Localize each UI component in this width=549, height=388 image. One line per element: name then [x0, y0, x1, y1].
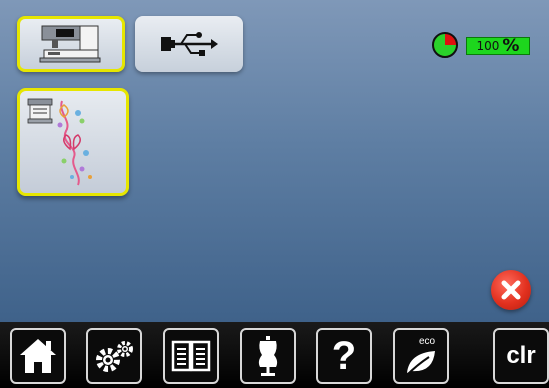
- eco-button[interactable]: eco: [393, 328, 449, 384]
- leaf-icon: [406, 351, 435, 376]
- close-icon: [501, 280, 521, 300]
- help-button[interactable]: ?: [316, 328, 372, 384]
- tutorial-button[interactable]: [163, 328, 219, 384]
- eco-label: eco: [419, 336, 436, 347]
- home-icon: [20, 339, 56, 373]
- sewing-machine-icon: [39, 25, 101, 63]
- memory-value: 100: [476, 39, 500, 53]
- embroidery-design-tile[interactable]: [17, 88, 129, 196]
- main-screen: 100 %: [0, 0, 549, 322]
- home-button[interactable]: [10, 328, 66, 384]
- embroidery-design-thumbnail: [27, 98, 92, 186]
- bottom-toolbar: ? eco clr: [0, 322, 549, 388]
- machine-memory-button[interactable]: [17, 16, 125, 72]
- help-icon: ?: [331, 334, 357, 378]
- book-icon: [171, 340, 211, 372]
- gears-icon: [96, 341, 133, 372]
- usb-memory-button[interactable]: [135, 16, 243, 72]
- dress-form-icon: [258, 336, 278, 376]
- memory-status-bar: 100 %: [466, 36, 530, 56]
- clear-button[interactable]: clr: [493, 328, 549, 384]
- close-button[interactable]: [491, 270, 531, 310]
- machine-small-icon: [27, 98, 53, 124]
- memory-unit: %: [502, 36, 520, 56]
- creative-consultant-button[interactable]: [240, 328, 296, 384]
- usb-icon: [161, 32, 218, 56]
- clear-label: clr: [506, 342, 536, 369]
- setup-button[interactable]: [86, 328, 142, 384]
- memory-pie-icon: [432, 32, 458, 58]
